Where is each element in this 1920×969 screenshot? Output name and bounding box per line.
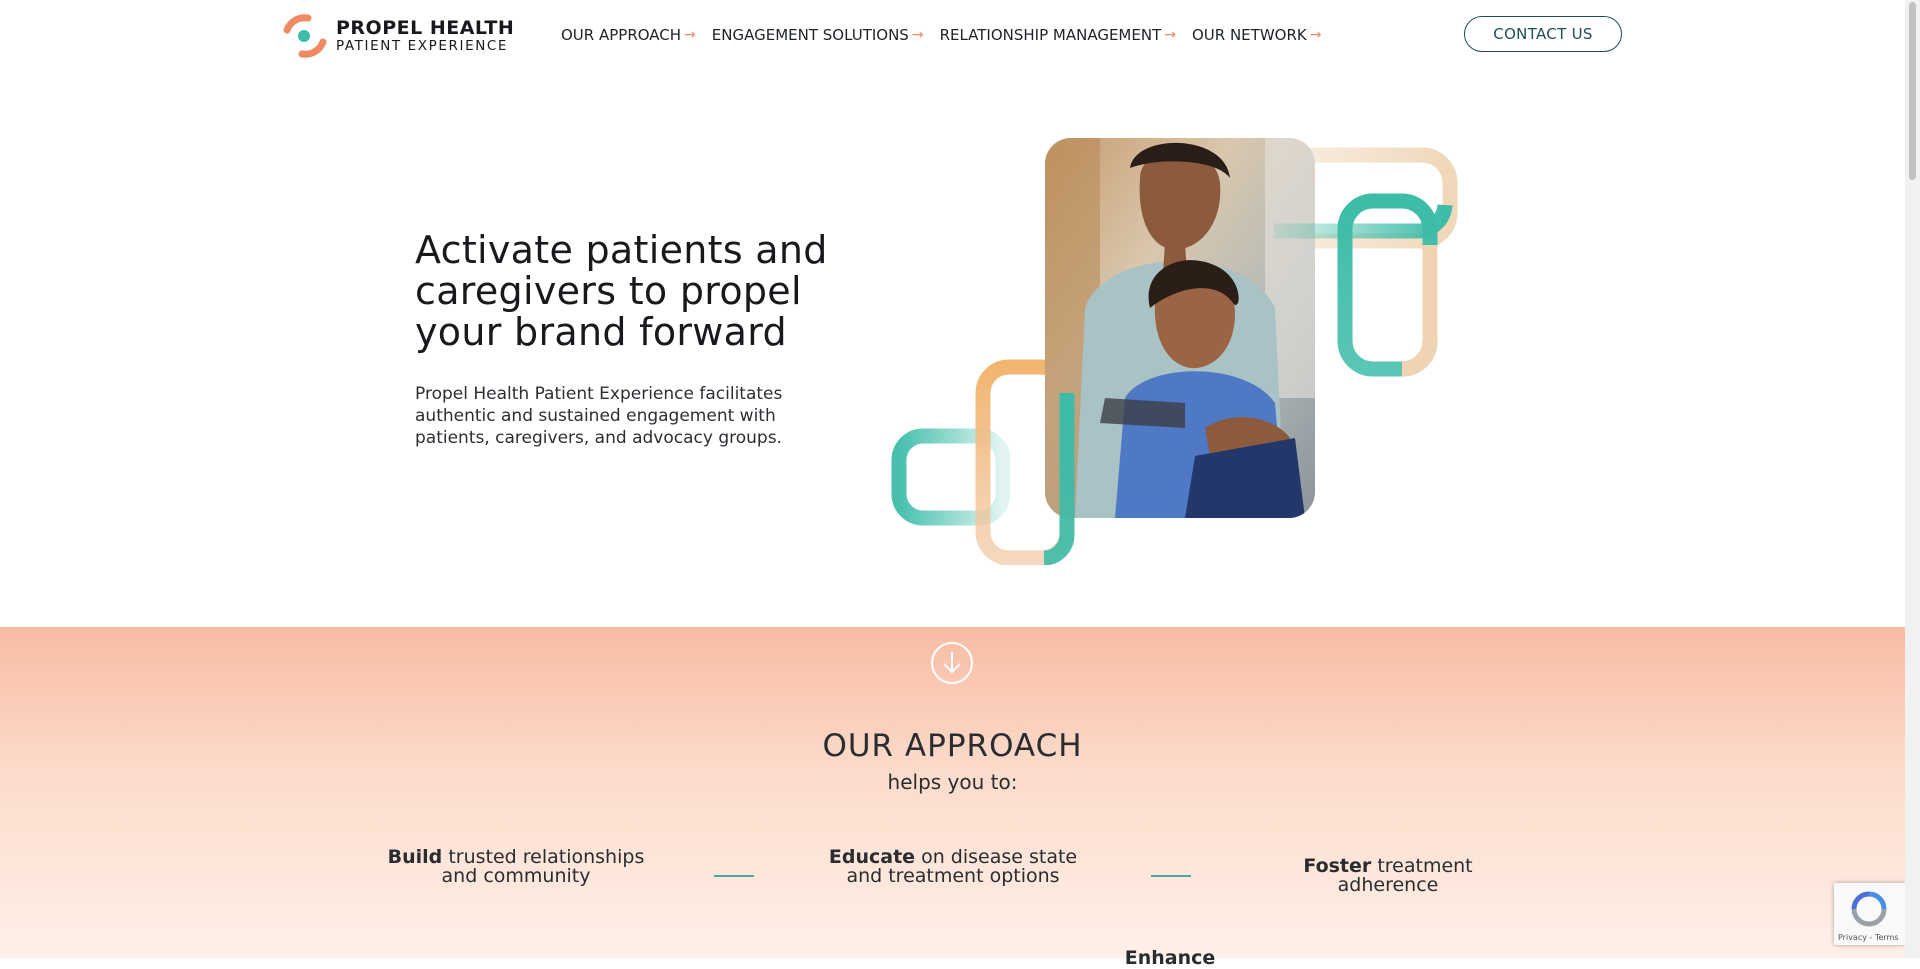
brand-logo[interactable]: PROPEL HEALTH PATIENT EXPERIENCE xyxy=(282,14,514,58)
divider-line xyxy=(714,875,754,877)
arrow-right-icon: → xyxy=(684,27,696,43)
arrow-right-icon: → xyxy=(1309,27,1322,43)
nav-our-approach[interactable]: OUR APPROACH → xyxy=(561,26,696,44)
arrow-down-circle-icon xyxy=(943,652,961,674)
hero-image-group xyxy=(885,135,1465,565)
site-header: PROPEL HEALTH PATIENT EXPERIENCE OUR APP… xyxy=(0,0,1905,70)
our-approach-section: OUR APPROACH helps you to: Build trusted… xyxy=(0,627,1905,968)
logo-subtitle: PATIENT EXPERIENCE xyxy=(336,37,509,54)
scroll-down-button[interactable] xyxy=(931,642,973,684)
recaptcha-badge[interactable]: Privacy - Terms xyxy=(1834,883,1905,945)
benefit-item: Build trusted relationships and communit… xyxy=(386,848,646,886)
contact-us-button[interactable]: CONTACT US xyxy=(1464,16,1622,52)
benefit-item: Educate on disease state and treatment o… xyxy=(823,848,1083,886)
benefit-item: Enhance xyxy=(1040,949,1300,968)
nav-label: ENGAGEMENT SOLUTIONS xyxy=(711,26,909,44)
recaptcha-links[interactable]: Privacy - Terms xyxy=(1838,933,1899,942)
logo-text: PROPEL HEALTH PATIENT EXPERIENCE xyxy=(336,16,515,54)
recaptcha-icon xyxy=(1851,891,1887,927)
scrollbar-thumb[interactable] xyxy=(1909,2,1916,180)
nav-label: OUR NETWORK xyxy=(1191,26,1307,44)
benefit-text: trusted relationships and community xyxy=(441,846,645,887)
nav-label: OUR APPROACH xyxy=(561,26,682,44)
divider-line xyxy=(1151,875,1191,877)
nav-label: RELATIONSHIP MANAGEMENT xyxy=(939,26,1162,44)
hero-photo xyxy=(1045,138,1315,518)
mother-and-child-image xyxy=(1045,138,1315,518)
hero-title: Activate patients and caregivers to prop… xyxy=(415,228,828,354)
nav-our-network[interactable]: OUR NETWORK → xyxy=(1192,26,1321,44)
section-title: OUR APPROACH xyxy=(822,728,1083,764)
benefit-item: Foster treatment adherence xyxy=(1258,857,1518,895)
propel-health-logo-icon xyxy=(283,14,327,58)
logo-name: PROPEL HEALTH xyxy=(336,16,515,39)
arrow-right-icon: → xyxy=(1164,27,1176,43)
section-subtitle: helps you to: xyxy=(887,770,1018,794)
nav-engagement-solutions[interactable]: ENGAGEMENT SOLUTIONS → xyxy=(712,26,924,44)
arrow-right-icon: → xyxy=(911,27,924,43)
main-nav: OUR APPROACH → ENGAGEMENT SOLUTIONS → RE… xyxy=(561,26,1337,44)
page-scrollbar[interactable] xyxy=(1905,0,1920,958)
benefit-bold: Build xyxy=(387,846,443,868)
hero-subtitle: Propel Health Patient Experience facilit… xyxy=(415,384,783,448)
benefit-bold: Enhance xyxy=(1124,947,1216,969)
nav-relationship-management[interactable]: RELATIONSHIP MANAGEMENT → xyxy=(940,26,1176,44)
